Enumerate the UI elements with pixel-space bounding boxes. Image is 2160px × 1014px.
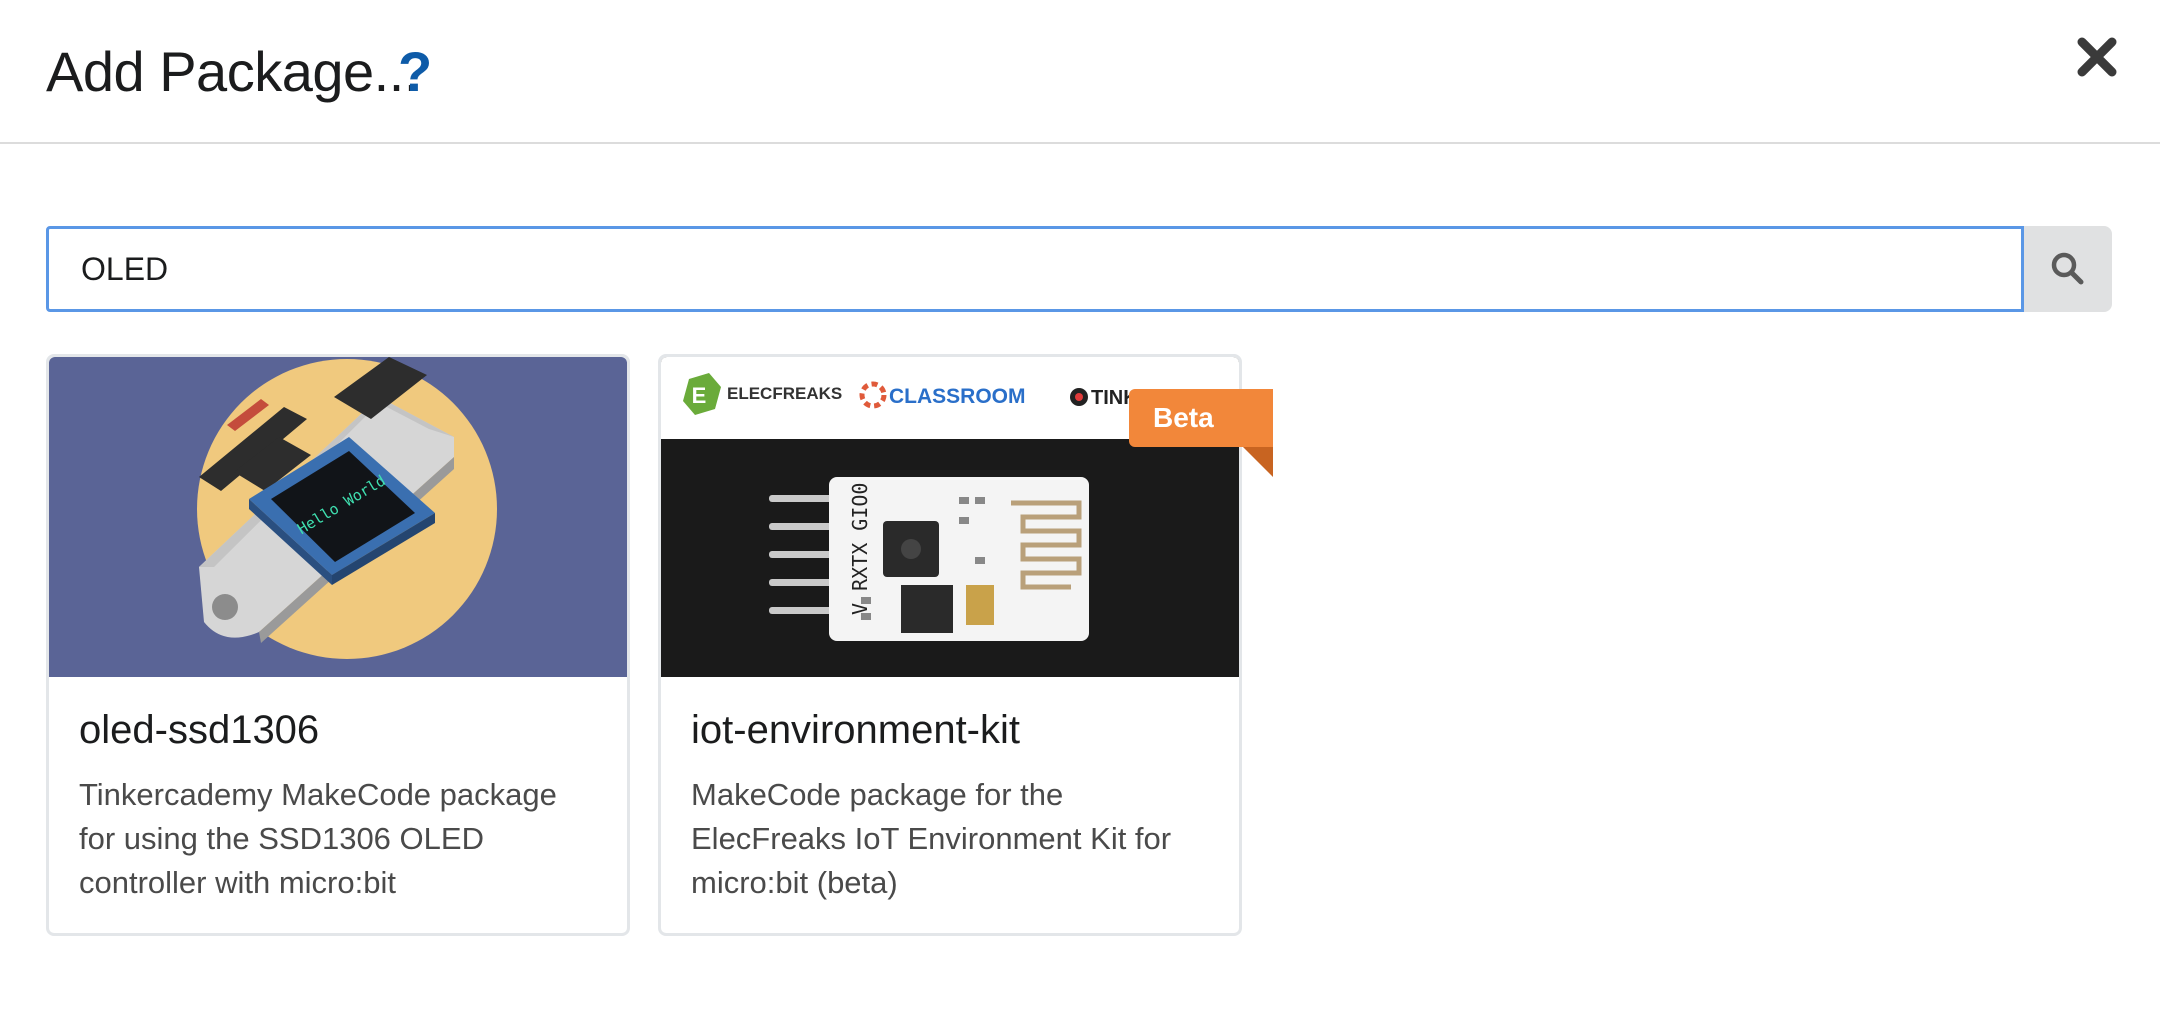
svg-text:ELECFREAKS: ELECFREAKS bbox=[727, 384, 842, 403]
dialog-header: Add Package... ? bbox=[0, 0, 2160, 144]
package-card-oled-ssd1306[interactable]: Hello World oled-ssd1306 Tinkercademy Ma… bbox=[46, 354, 630, 936]
svg-text:CLASSROOM: CLASSROOM bbox=[889, 385, 1026, 408]
search-button[interactable] bbox=[2024, 226, 2112, 312]
close-button[interactable] bbox=[2072, 32, 2122, 82]
search-icon bbox=[2051, 252, 2084, 285]
help-button[interactable]: ? bbox=[398, 36, 432, 108]
search-bar bbox=[46, 226, 2112, 312]
beta-badge: Beta bbox=[1129, 389, 1273, 447]
package-name: iot-environment-kit bbox=[691, 708, 1021, 752]
beta-badge-fold bbox=[1243, 447, 1273, 477]
package-description: Tinkercademy MakeCode package for using … bbox=[79, 777, 557, 900]
package-description: MakeCode package for the ElecFreaks IoT … bbox=[691, 777, 1172, 900]
package-card-iot-environment-kit[interactable]: E ELECFREAKS CLASSROOM TINK V RXTX GIO0 … bbox=[658, 354, 1273, 936]
package-image: Hello World bbox=[49, 357, 627, 677]
tinker-logo: TINK bbox=[1070, 387, 1138, 409]
add-package-dialog: Add Package... ? OLED Hello World oled-s… bbox=[0, 0, 2160, 1014]
package-name: oled-ssd1306 bbox=[79, 708, 320, 752]
search-input[interactable] bbox=[46, 226, 2024, 312]
board-silkscreen: V RXTX GIO0 bbox=[848, 483, 872, 615]
svg-text:E: E bbox=[692, 383, 707, 408]
close-icon bbox=[2077, 37, 2117, 77]
dialog-title: Add Package... bbox=[46, 40, 419, 103]
